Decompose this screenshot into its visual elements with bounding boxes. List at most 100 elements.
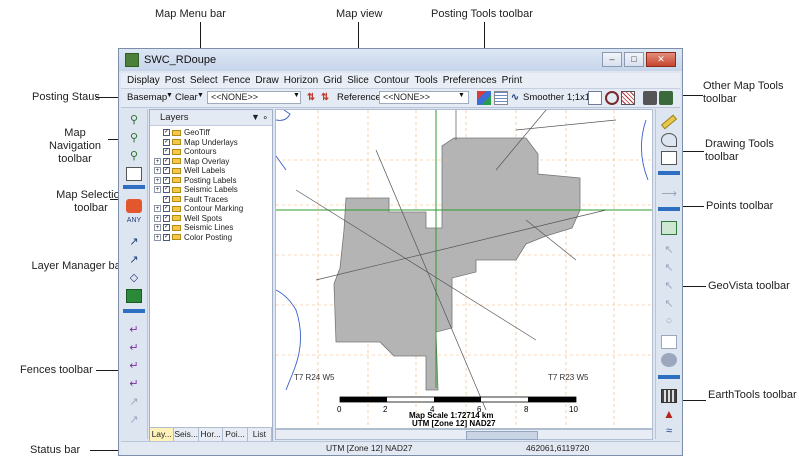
- tab-seismic[interactable]: Seis...: [174, 428, 199, 441]
- earthtools-grid-icon[interactable]: [661, 389, 677, 403]
- swap-alt-icon[interactable]: ⇅: [321, 92, 329, 103]
- select-polygon-icon[interactable]: ↗: [126, 253, 142, 267]
- other-tool-1-icon[interactable]: [588, 91, 602, 105]
- layer-checkbox[interactable]: ✓: [163, 205, 170, 213]
- zoom-extent-icon[interactable]: [126, 167, 142, 181]
- geovista-tool-icon[interactable]: ○: [661, 315, 677, 329]
- geovista-pointer-icon[interactable]: ↖: [661, 243, 677, 257]
- geovista-sphere-icon[interactable]: [661, 353, 677, 367]
- layer-row[interactable]: ✓ GeoTiff: [150, 128, 272, 138]
- expand-icon[interactable]: +: [154, 224, 161, 232]
- geovista-tool-2-icon[interactable]: [661, 335, 677, 349]
- select-area-icon[interactable]: ◇: [126, 271, 142, 285]
- pan-icon[interactable]: ⚲: [126, 149, 142, 163]
- expand-icon[interactable]: +: [154, 214, 161, 222]
- scrollbar-thumb[interactable]: [466, 431, 538, 440]
- menu-tools[interactable]: Tools: [414, 75, 437, 86]
- close-button[interactable]: ✕: [646, 52, 676, 67]
- tab-list[interactable]: List: [247, 428, 272, 441]
- map-horizontal-scrollbar[interactable]: [275, 429, 653, 440]
- layer-row[interactable]: + ✓ Seismic Lines: [150, 223, 272, 233]
- expand-icon[interactable]: +: [154, 176, 161, 184]
- tab-points[interactable]: Poi...: [223, 428, 248, 441]
- menu-select[interactable]: Select: [190, 75, 218, 86]
- expand-icon[interactable]: +: [154, 157, 161, 165]
- layer-checkbox[interactable]: ✓: [163, 233, 170, 241]
- layer-checkbox[interactable]: ✓: [163, 186, 170, 194]
- layer-checkbox[interactable]: ✓: [163, 224, 170, 232]
- layer-checkbox[interactable]: ✓: [163, 195, 170, 203]
- points-icon[interactable]: ⟶: [661, 187, 677, 201]
- geovista-pointer-2-icon[interactable]: ↖: [661, 261, 677, 275]
- menu-contour[interactable]: Contour: [374, 75, 410, 86]
- select-any-icon[interactable]: ANY: [126, 217, 142, 231]
- expand-icon[interactable]: +: [154, 205, 161, 213]
- maximize-button[interactable]: □: [624, 52, 644, 67]
- print-icon[interactable]: [643, 91, 657, 105]
- select-line-icon[interactable]: ↗: [126, 235, 142, 249]
- pencil-icon[interactable]: [660, 114, 678, 130]
- draw-shape-icon[interactable]: [661, 133, 677, 147]
- layer-row[interactable]: + ✓ Map Overlay: [150, 157, 272, 167]
- menu-fence[interactable]: Fence: [223, 75, 251, 86]
- fence-select-icon[interactable]: ↵: [126, 377, 142, 391]
- expand-icon[interactable]: +: [154, 167, 161, 175]
- layer-checkbox[interactable]: ✓: [163, 167, 170, 175]
- menu-draw[interactable]: Draw: [255, 75, 278, 86]
- map-selection-icon[interactable]: [126, 289, 142, 303]
- geovista-icon[interactable]: [661, 221, 677, 235]
- other-tool-3-icon[interactable]: [621, 91, 635, 105]
- layer-checkbox[interactable]: ✓: [163, 138, 170, 146]
- print-preview-icon[interactable]: [659, 91, 673, 105]
- tab-layers[interactable]: Lay...: [150, 428, 175, 441]
- layer-row[interactable]: ✓ Contours: [150, 147, 272, 157]
- reference-select[interactable]: <<NONE>>: [379, 91, 469, 104]
- menu-preferences[interactable]: Preferences: [443, 75, 497, 86]
- zoom-out-icon[interactable]: ⚲: [126, 131, 142, 145]
- pin-icon[interactable]: ▼ ∘: [251, 110, 268, 125]
- earthtools-wave-icon[interactable]: ≈: [661, 425, 677, 439]
- layer-row[interactable]: + ✓ Color Posting: [150, 233, 272, 243]
- layer-checkbox[interactable]: ✓: [163, 129, 170, 137]
- basemap-dropdown[interactable]: Basemap: [127, 92, 167, 103]
- survey-polygon[interactable]: [333, 137, 581, 391]
- map-canvas[interactable]: T7 R24 W5 T7 R23 W5 0 2 4 6 8 10 Map Sca…: [276, 110, 652, 428]
- layer-row[interactable]: + ✓ Contour Marking: [150, 204, 272, 214]
- smoother-value[interactable]: Smoother 1;1x1: [523, 92, 590, 103]
- fence-tool-6-icon[interactable]: ↗: [126, 413, 142, 427]
- earthtools-compass-icon[interactable]: ▲: [661, 407, 677, 421]
- layer-checkbox[interactable]: ✓: [163, 176, 170, 184]
- clear-dropdown[interactable]: Clear: [175, 92, 198, 103]
- fence-add-icon[interactable]: ↵: [126, 341, 142, 355]
- layer-checkbox[interactable]: ✓: [163, 157, 170, 165]
- layer-row[interactable]: + ✓ Seismic Labels: [150, 185, 272, 195]
- layer-row[interactable]: ✓ Map Underlays: [150, 138, 272, 148]
- minimize-button[interactable]: –: [602, 52, 622, 67]
- other-tool-2-icon[interactable]: [605, 91, 619, 105]
- swap-icon[interactable]: ⇅: [307, 92, 315, 103]
- layer-row[interactable]: + ✓ Well Labels: [150, 166, 272, 176]
- layer-row[interactable]: + ✓ Well Spots: [150, 214, 272, 224]
- color-posting-icon[interactable]: [477, 91, 491, 105]
- fence-new-icon[interactable]: ↵: [126, 323, 142, 337]
- fence-tool-5-icon[interactable]: ↗: [126, 395, 142, 409]
- draw-edit-icon[interactable]: [661, 151, 677, 165]
- smoother-icon[interactable]: ∿: [511, 92, 519, 103]
- map-view[interactable]: T7 R24 W5 T7 R23 W5 0 2 4 6 8 10 Map Sca…: [275, 109, 653, 429]
- menu-slice[interactable]: Slice: [347, 75, 369, 86]
- layer-checkbox[interactable]: ✓: [163, 214, 170, 222]
- layer-row[interactable]: ✓ Fault Traces: [150, 195, 272, 205]
- geovista-pointer-4-icon[interactable]: ↖: [661, 297, 677, 311]
- posting-select[interactable]: <<NONE>>: [207, 91, 301, 104]
- tab-horizons[interactable]: Hor...: [198, 428, 224, 441]
- menu-post[interactable]: Post: [165, 75, 185, 86]
- expand-icon[interactable]: +: [154, 233, 161, 241]
- contour-posting-icon[interactable]: [494, 91, 508, 105]
- layer-row[interactable]: + ✓ Posting Labels: [150, 176, 272, 186]
- menu-grid[interactable]: Grid: [323, 75, 342, 86]
- layer-checkbox[interactable]: ✓: [163, 148, 170, 156]
- select-icon[interactable]: [126, 199, 142, 213]
- zoom-in-icon[interactable]: ⚲: [126, 113, 142, 127]
- fence-edit-icon[interactable]: ↵: [126, 359, 142, 373]
- expand-icon[interactable]: +: [154, 186, 161, 194]
